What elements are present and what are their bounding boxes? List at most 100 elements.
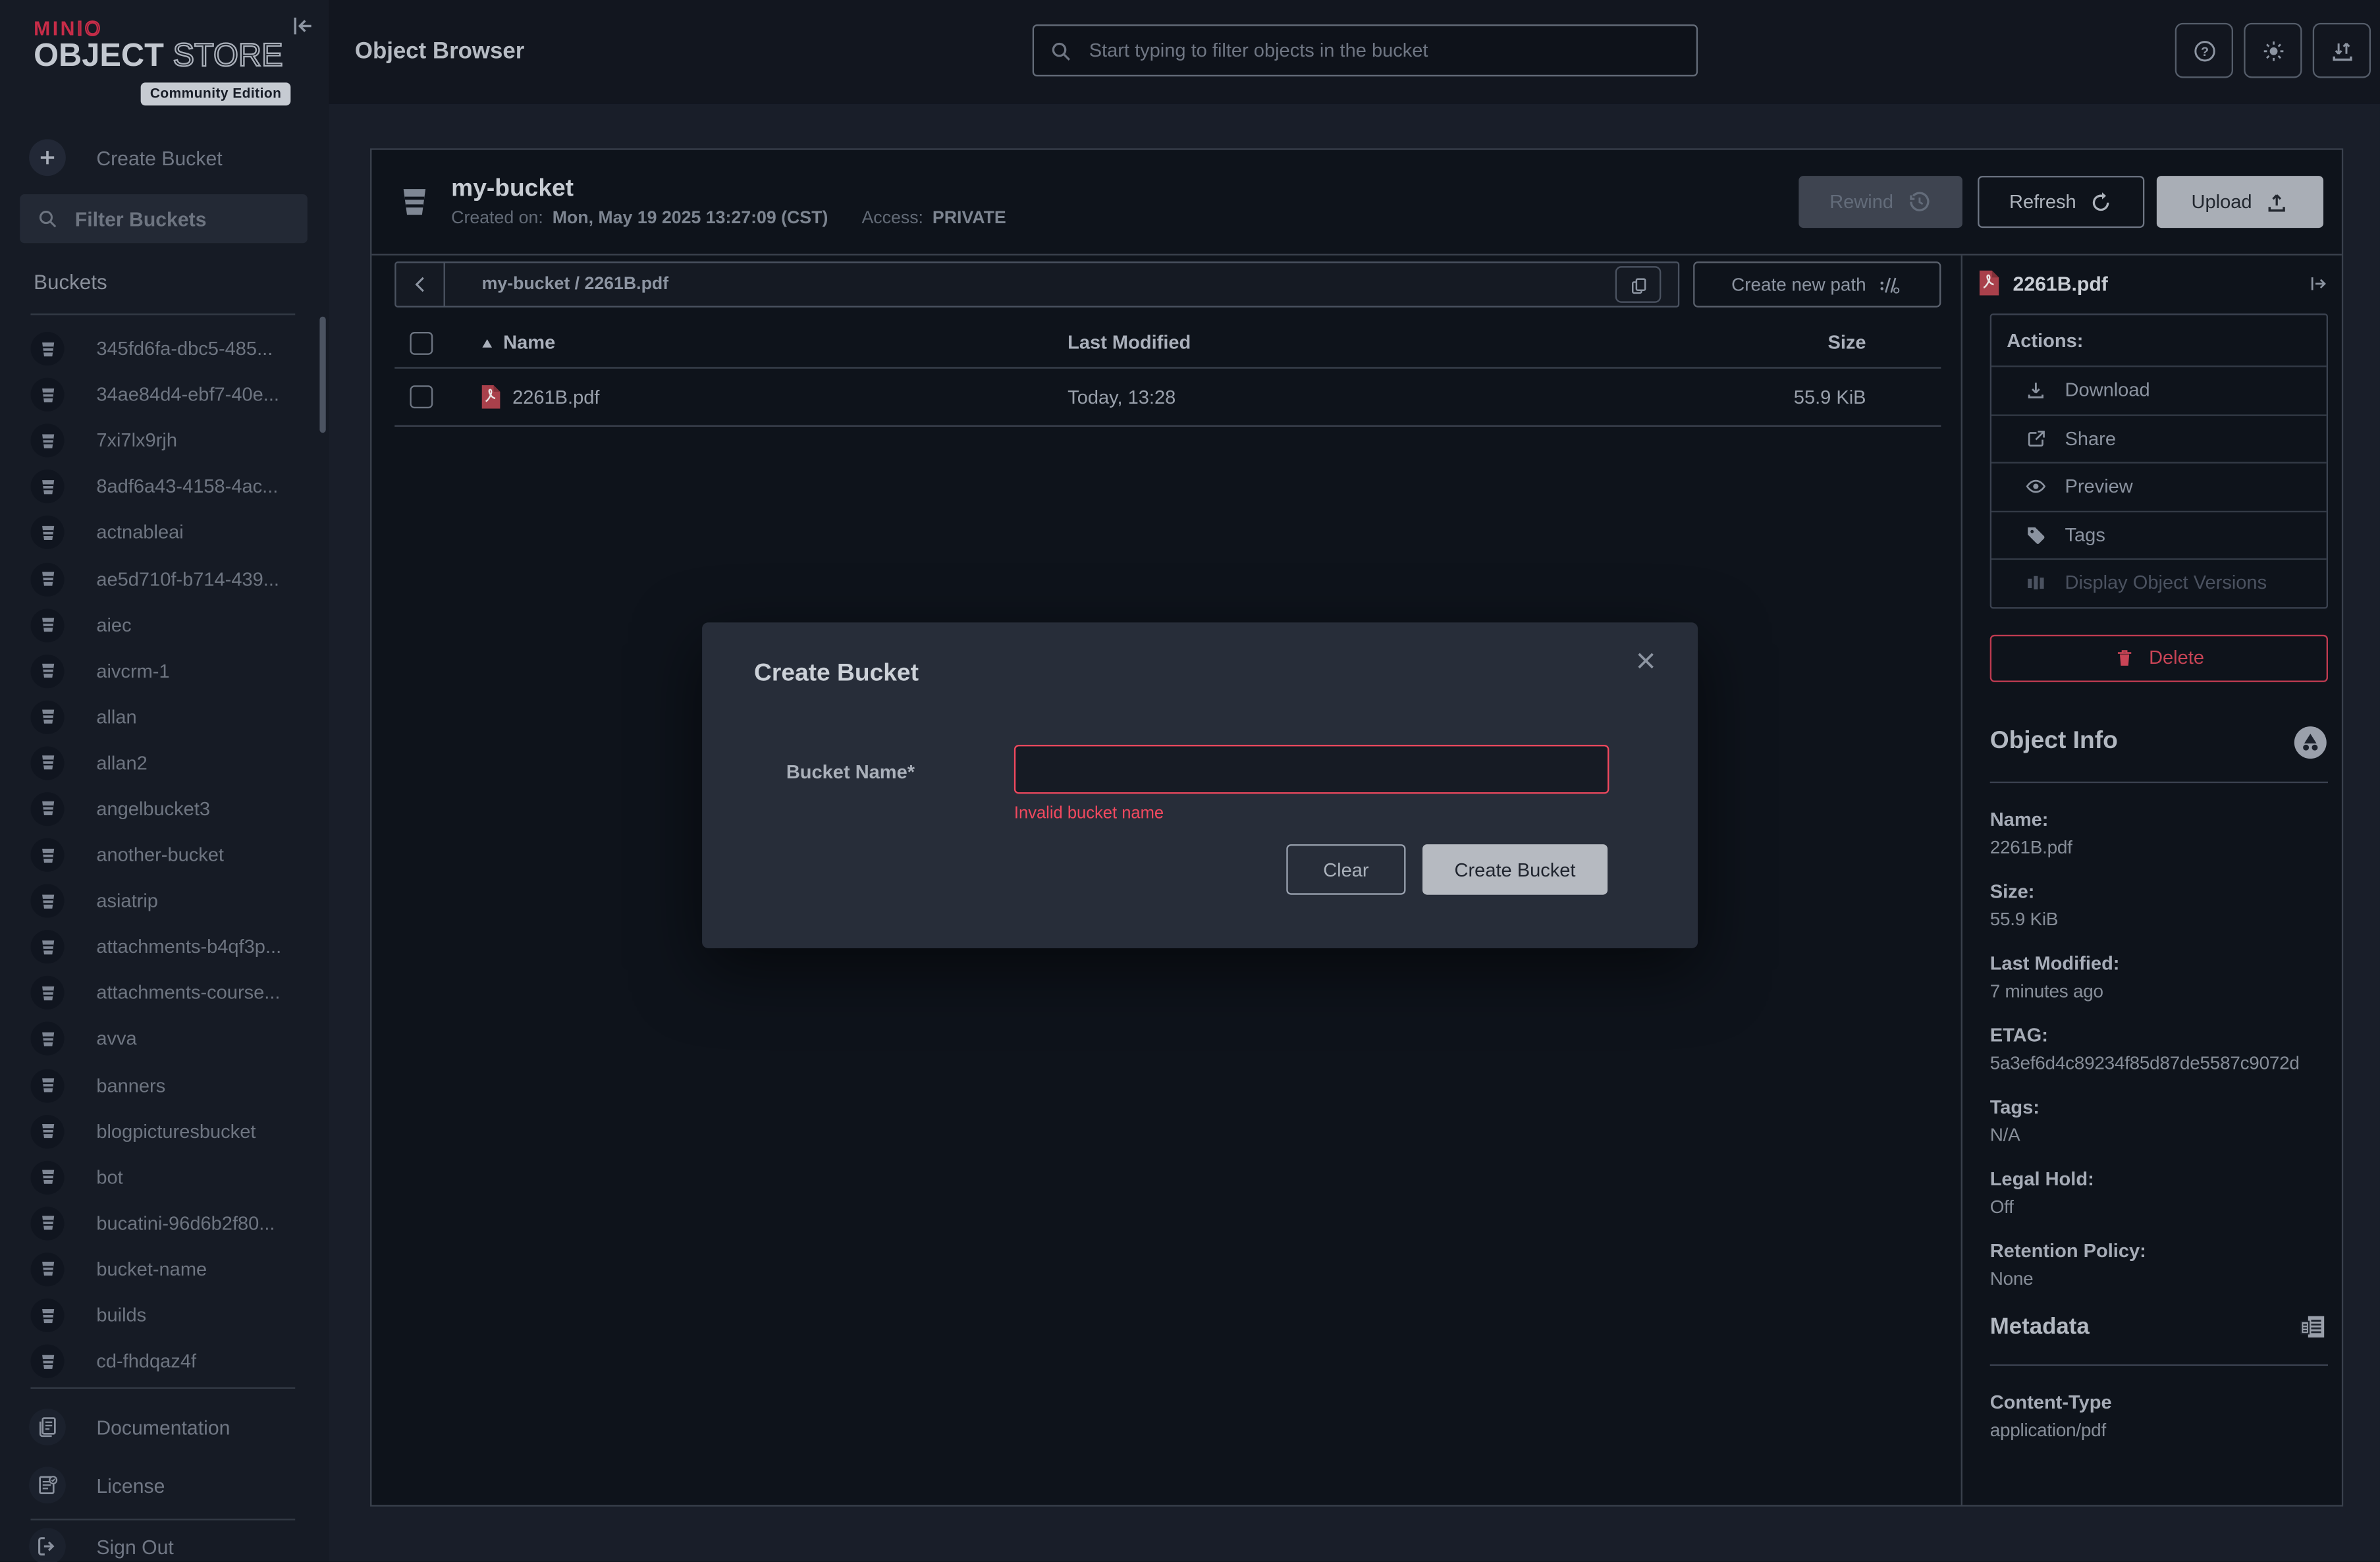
bucket-list: 345fd6fa-dbc5-485... 34ae84d4-ebf7-40e..…: [0, 326, 329, 1384]
search-icon: [1049, 39, 1072, 62]
table-row[interactable]: 2261B.pdf Today, 13:28 55.9 KiB: [394, 369, 1941, 427]
object-search-box[interactable]: [1033, 24, 1698, 76]
sidebar-bucket-item[interactable]: bot: [0, 1154, 329, 1200]
delete-button[interactable]: Delete: [1990, 634, 2328, 682]
sidebar-bucket-item[interactable]: builds: [0, 1293, 329, 1339]
details-collapse-icon[interactable]: [2306, 271, 2329, 294]
bucket-name: ae5d710f-b714-439...: [96, 568, 279, 590]
rewind-button[interactable]: Rewind: [1799, 176, 1962, 228]
column-last-modified[interactable]: Last Modified: [1068, 332, 1710, 354]
create-new-path-button[interactable]: Create new path: [1693, 261, 1941, 308]
sidebar-bucket-item[interactable]: 34ae84d4-ebf7-40e...: [0, 372, 329, 418]
back-button[interactable]: [396, 263, 445, 306]
divider: [30, 1387, 295, 1389]
bucket-icon: [30, 884, 64, 918]
sidebar-bucket-item[interactable]: cd-fhdqaz4f: [0, 1338, 329, 1384]
trash-icon: [2114, 647, 2136, 668]
bucket-name-error: Invalid bucket name: [1014, 805, 1164, 823]
page-title: Object Browser: [355, 38, 525, 64]
bucket-name: cd-fhdqaz4f: [96, 1351, 196, 1372]
bucket-icon: [30, 930, 64, 964]
help-button[interactable]: [2175, 23, 2233, 78]
sidebar-bucket-item[interactable]: asiatrip: [0, 878, 329, 924]
bucket-icon: [30, 700, 64, 734]
divider: [1990, 781, 2328, 782]
sidebar-bucket-item[interactable]: banners: [0, 1062, 329, 1108]
action-tags[interactable]: Tags: [1991, 512, 2327, 560]
select-all-checkbox[interactable]: [410, 331, 433, 354]
create-bucket-submit-button[interactable]: Create Bucket: [1422, 844, 1608, 895]
bucket-name: bot: [96, 1167, 122, 1189]
copy-path-button[interactable]: [1615, 266, 1662, 303]
metadata-icon[interactable]: [2298, 1312, 2328, 1342]
object-search-input[interactable]: [1086, 38, 1681, 63]
plus-icon: [29, 139, 66, 176]
bucket-icon: [30, 424, 64, 458]
details-header: 2261B.pdf: [1962, 256, 2342, 297]
sidebar-item-documentation[interactable]: Documentation: [29, 1404, 230, 1450]
clear-button[interactable]: Clear: [1286, 844, 1405, 895]
column-name[interactable]: Name: [503, 332, 555, 354]
transfers-button[interactable]: [2313, 23, 2371, 78]
download-icon: [2025, 380, 2047, 402]
sidebar-bucket-item[interactable]: attachments-b4qf3p...: [0, 924, 329, 970]
sidebar-bucket-item[interactable]: 8adf6a43-4158-4ac...: [0, 464, 329, 510]
bucket-name: 345fd6fa-dbc5-485...: [96, 338, 273, 360]
close-icon[interactable]: [1634, 649, 1658, 673]
column-size[interactable]: Size: [1710, 332, 1941, 354]
tag-icon: [2025, 524, 2047, 546]
sidebar-bucket-item[interactable]: allan2: [0, 740, 329, 786]
action-share[interactable]: Share: [1991, 416, 2327, 464]
action-download[interactable]: Download: [1991, 367, 2327, 415]
sidebar-bucket-item[interactable]: ae5d710f-b714-439...: [0, 556, 329, 602]
breadcrumb-path[interactable]: my-bucket / 2261B.pdf: [482, 275, 1615, 294]
sidebar-item-sign-out[interactable]: Sign Out: [29, 1523, 174, 1562]
field-content-type: Content-Type application/pdf: [1990, 1391, 2328, 1441]
bucket-name: angelbucket3: [96, 798, 210, 820]
sidebar-create-bucket[interactable]: Create Bucket: [29, 134, 223, 180]
sidebar-bucket-item[interactable]: allan: [0, 694, 329, 740]
bucket-icon: [30, 1345, 64, 1378]
object-versions-icon[interactable]: [2293, 724, 2328, 759]
sidebar-bucket-item[interactable]: angelbucket3: [0, 786, 329, 832]
logo-minio-text: MINIO: [34, 18, 290, 40]
bucket-name-input[interactable]: [1014, 745, 1609, 794]
sidebar-bucket-item[interactable]: actnableai: [0, 510, 329, 556]
sidebar-collapse-icon[interactable]: [289, 13, 317, 40]
bucket-name-label: Bucket Name*: [786, 762, 915, 784]
sidebar-bucket-item[interactable]: aiec: [0, 602, 329, 648]
sidebar-bucket-item[interactable]: 7xi7lx9rjh: [0, 418, 329, 464]
sidebar-bucket-item[interactable]: blogpicturesbucket: [0, 1108, 329, 1154]
sidebar-scrollbar[interactable]: [319, 317, 325, 433]
sidebar-bucket-item[interactable]: bucatini-96d6b2f80...: [0, 1200, 329, 1247]
sidebar-bucket-item[interactable]: aivcrm-1: [0, 648, 329, 694]
top-icon-buttons: [2175, 23, 2371, 78]
create-bucket-label: Create Bucket: [96, 146, 222, 169]
filter-buckets-box[interactable]: [20, 194, 308, 243]
bucket-name: another-bucket: [96, 844, 224, 866]
share-icon: [2025, 428, 2047, 450]
bucket-icon: [30, 1299, 64, 1332]
bucket-icon: [30, 1023, 64, 1056]
sidebar-bucket-item[interactable]: another-bucket: [0, 832, 329, 878]
bucket-icon: [30, 608, 64, 641]
refresh-button[interactable]: Refresh: [1978, 176, 2144, 228]
upload-button[interactable]: Upload: [2157, 176, 2323, 228]
sidebar-bucket-item[interactable]: bucket-name: [0, 1247, 329, 1293]
field-last-modified: Last Modified: 7 minutes ago: [1990, 952, 2328, 1003]
filter-buckets-input[interactable]: [72, 205, 295, 231]
row-checkbox[interactable]: [410, 385, 433, 408]
bucket-icon: [30, 838, 64, 872]
bucket-name: attachments-course...: [96, 983, 280, 1004]
theme-toggle-button[interactable]: [2244, 23, 2302, 78]
bucket-name: bucket-name: [96, 1258, 207, 1280]
bucket-name: bucatini-96d6b2f80...: [96, 1212, 275, 1234]
action-preview[interactable]: Preview: [1991, 464, 2327, 512]
sidebar-bucket-item[interactable]: avva: [0, 1016, 329, 1062]
bucket-name: actnableai: [96, 522, 183, 544]
sidebar-bucket-item[interactable]: 345fd6fa-dbc5-485...: [0, 326, 329, 372]
sidebar-item-license[interactable]: License: [29, 1462, 165, 1508]
sidebar-bucket-item[interactable]: attachments-course...: [0, 970, 329, 1016]
object-info-title: Object Info: [1990, 728, 2293, 756]
sort-asc-icon[interactable]: [480, 336, 494, 350]
